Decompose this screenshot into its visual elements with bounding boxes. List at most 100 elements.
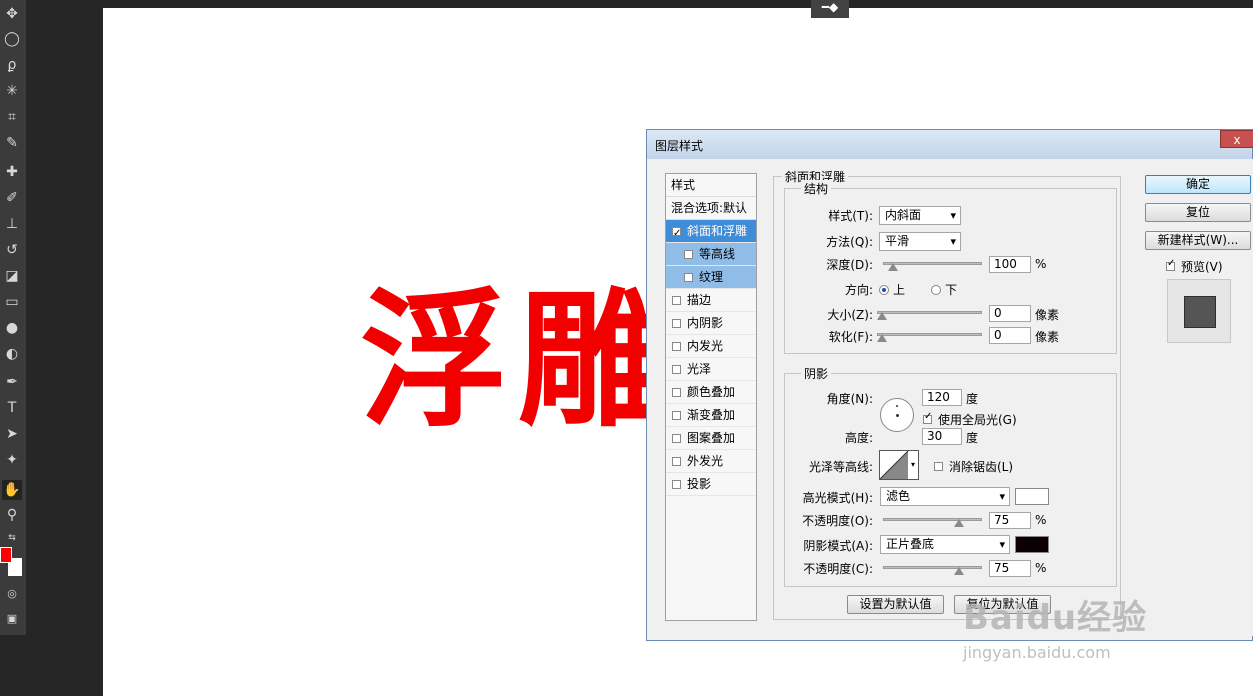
hand-icon[interactable]: ✋ [2,480,22,500]
drop-shadow-checkbox[interactable] [672,479,681,489]
altitude-input[interactable]: 30 [922,428,962,445]
bevel-checkbox[interactable] [672,223,681,245]
canvas-text: 浮雕 [360,273,676,447]
stroke-checkbox[interactable] [672,295,681,305]
structure-title: 结构 [801,180,832,197]
dodge-icon[interactable]: ◐ [2,344,22,364]
soften-unit: 像素 [1035,330,1060,344]
direction-up-radio[interactable] [879,284,889,295]
color-overlay-checkbox[interactable] [672,387,681,397]
technique-select[interactable]: 平滑 [879,232,961,251]
styles-list: 样式 混合选项:默认 斜面和浮雕 等高线 纹理 描边 内阴影 [665,173,757,621]
angle-dial[interactable] [880,398,914,432]
global-light-checkbox[interactable] [923,411,932,424]
pattern-overlay-checkbox[interactable] [672,433,681,443]
soften-input[interactable]: 0 [989,327,1031,344]
shadow-opacity-slider[interactable] [883,566,982,569]
shadow-opacity-thumb[interactable] [954,567,964,575]
crop-icon[interactable]: ⌗ [2,107,22,127]
soften-slider[interactable] [877,333,982,336]
quick-mask-icon[interactable]: ◎ [2,583,22,603]
style-item-bevel[interactable]: 斜面和浮雕 [666,220,756,245]
shadow-mode-select[interactable]: 正片叠底 [880,535,1010,554]
style-item-gradient-overlay[interactable]: 渐变叠加 [666,404,756,427]
highlight-opacity-thumb[interactable] [954,519,964,527]
new-style-button[interactable]: 新建样式(W)... [1145,231,1251,250]
magic-wand-icon[interactable]: ✳ [2,81,22,101]
panel-toggle-icon[interactable]: ━◆ [811,0,849,18]
global-light-label: 使用全局光(G) [938,413,1017,427]
angle-label: 角度(N): [826,392,873,406]
dialog-titlebar[interactable]: 图层样式 x [647,130,1253,159]
svg-text:▾: ▾ [911,460,915,469]
texture-checkbox[interactable] [684,272,693,282]
contour-checkbox[interactable] [684,249,693,259]
outer-glow-checkbox[interactable] [672,456,681,466]
satin-checkbox[interactable] [672,364,681,374]
direction-down-radio[interactable] [931,284,942,295]
shape-icon[interactable]: ✦ [2,450,22,470]
depth-slider-thumb[interactable] [888,263,898,271]
size-input[interactable]: 0 [989,305,1031,322]
reset-button[interactable]: 复位 [1145,203,1251,222]
style-item-inner-shadow[interactable]: 内阴影 [666,312,756,335]
styles-header[interactable]: 样式 [666,174,756,197]
highlight-mode-select[interactable]: 滤色 [880,487,1010,506]
size-slider[interactable] [877,311,982,314]
healing-brush-icon[interactable]: ✚ [2,162,22,182]
size-label: 大小(Z): [827,308,873,322]
foreground-color-swatch[interactable] [0,547,12,563]
gloss-contour-picker[interactable]: ▾ [879,450,919,480]
highlight-mode-value: 滤色 [886,489,911,503]
text-icon[interactable]: T [2,398,22,418]
direction-down-option[interactable]: 下 [931,281,957,298]
shadow-opacity-input[interactable]: 75 [989,560,1031,577]
blending-options-item[interactable]: 混合选项:默认 [666,197,756,220]
ellipse-marquee-icon[interactable]: ◯ [2,29,22,49]
style-item-texture[interactable]: 纹理 [666,266,756,289]
stamp-icon[interactable]: ⊥ [2,214,22,234]
size-slider-thumb[interactable] [877,312,887,320]
antialias-checkbox[interactable] [934,462,943,471]
blur-icon[interactable]: ● [2,318,22,338]
bevel-style-select[interactable]: 内斜面 [879,206,961,225]
highlight-color-swatch[interactable] [1015,488,1049,505]
zoom-icon[interactable]: ⚲ [2,505,22,525]
move-tool-icon[interactable]: ✥ [2,4,22,24]
direction-up-option[interactable]: 上 [879,281,905,298]
eraser-icon[interactable]: ◪ [2,266,22,286]
close-button[interactable]: x [1220,130,1253,148]
style-item-color-overlay[interactable]: 颜色叠加 [666,381,756,404]
highlight-opacity-slider[interactable] [883,518,982,521]
brush-icon[interactable]: ✐ [2,188,22,208]
path-select-icon[interactable]: ➤ [2,424,22,444]
eyedropper-icon[interactable]: ✎ [2,133,22,153]
style-item-inner-glow[interactable]: 内发光 [666,335,756,358]
angle-input[interactable]: 120 [922,389,962,406]
highlight-opacity-input[interactable]: 75 [989,512,1031,529]
screen-mode-icon[interactable]: ▣ [2,608,22,628]
style-label: 样式(T): [828,209,873,223]
dialog-title: 图层样式 [655,139,704,153]
inner-shadow-checkbox[interactable] [672,318,681,328]
depth-input[interactable]: 100 [989,256,1031,273]
style-item-stroke[interactable]: 描边 [666,289,756,312]
pen-icon[interactable]: ✒ [2,372,22,392]
style-item-contour[interactable]: 等高线 [666,243,756,266]
swap-colors-icon[interactable]: ⇆ [2,528,22,548]
history-brush-icon[interactable]: ↺ [2,240,22,260]
style-item-drop-shadow[interactable]: 投影 [666,473,756,496]
style-item-label: 描边 [687,293,712,307]
gradient-icon[interactable]: ▭ [2,292,22,312]
preview-checkbox[interactable] [1166,258,1175,271]
style-item-pattern-overlay[interactable]: 图案叠加 [666,427,756,450]
style-item-satin[interactable]: 光泽 [666,358,756,381]
soften-slider-thumb[interactable] [877,334,887,342]
shadow-color-swatch[interactable] [1015,536,1049,553]
ok-button[interactable]: 确定 [1145,175,1251,194]
inner-glow-checkbox[interactable] [672,341,681,351]
gradient-overlay-checkbox[interactable] [672,410,681,420]
style-item-outer-glow[interactable]: 外发光 [666,450,756,473]
set-default-button[interactable]: 设置为默认值 [847,595,944,614]
lasso-icon[interactable]: ϼ [2,55,22,75]
